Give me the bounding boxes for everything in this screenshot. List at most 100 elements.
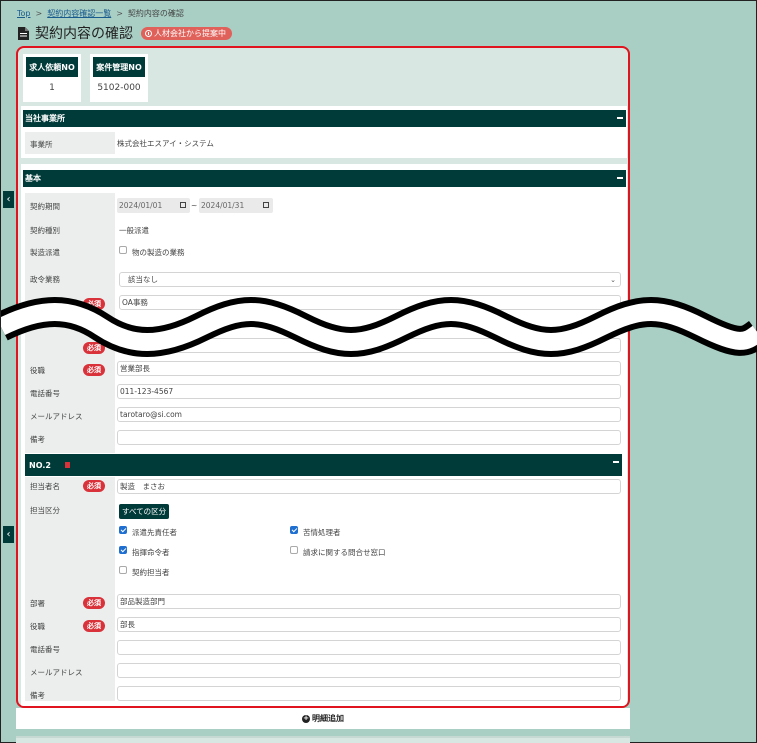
basic-section-header[interactable]: 基本 [23,170,626,187]
phone2-input[interactable] [117,640,621,655]
case-no-label: 案件管理NO [93,57,145,77]
phone-input[interactable]: 011-123-4567 [117,384,621,399]
notes-input[interactable] [117,430,621,445]
all-categories-button[interactable]: すべての区分 [119,504,170,519]
required-badge: 必須 [83,364,105,376]
mfg-option-label: 物の製造の業務 [132,248,185,257]
contact-name-input[interactable]: 製造 まさお [117,479,621,494]
collapse-icon[interactable] [617,177,623,179]
page-break-wave [1,297,757,357]
page-title: 契約内容の確認 [35,26,133,42]
category-label: 担当区分 [30,506,60,515]
chevron-down-icon: ⌄ [610,276,616,284]
gov-select[interactable]: 該当なし ⌄ [119,272,621,287]
calendar-icon[interactable] [263,202,269,208]
collapse-left-tab[interactable]: ‹ [3,526,14,543]
contact-no2-title: NO.2 [29,460,51,470]
add-detail-label: 明細追加 [312,714,344,723]
contract-detail-panel: 求人依頼NO 1 案件管理NO 5102-000 当社事業所 事業所 株式会社エ… [16,46,630,708]
add-detail-button[interactable]: + 明細追加 [16,708,630,729]
position2-input[interactable]: 部長 [117,617,621,632]
mfg-label: 製造派遣 [30,248,60,257]
company-section-header[interactable]: 当社事業所 [23,110,626,127]
position-label: 役職 [30,366,45,375]
breadcrumb: Top > 契約内容確認一覧 > 契約内容の確認 [17,8,184,19]
status-badge-label: 人材会社から提案中 [154,28,226,38]
office-value: 株式会社エスアイ・システム [117,139,214,148]
email-input[interactable]: tarotaro@si.com [117,407,621,422]
phone-value: 011-123-4567 [120,387,174,396]
collapse-left-tab[interactable]: ‹ [3,191,14,208]
page-header: 契約内容の確認 人材会社から提案中 [18,23,232,43]
gov-label: 政令業務 [30,275,60,284]
type-value: 一般派遣 [119,226,149,235]
contact-name-label: 担当者名 [30,482,60,491]
number-cards: 求人依頼NO 1 案件管理NO 5102-000 [21,51,627,105]
position2-value: 部長 [120,620,135,629]
end-date-value: 2024/01/31 [201,201,245,210]
email-label: メールアドレス [30,412,83,421]
breadcrumb-separator: > [116,9,123,18]
start-date-value: 2024/01/01 [119,201,163,210]
phone2-label: 電話番号 [30,645,60,654]
breadcrumb-list-link[interactable]: 契約内容確認一覧 [47,9,111,18]
required-badge: 必須 [83,620,105,632]
basic-section-title: 基本 [25,174,41,183]
office-label: 事業所 [30,140,53,149]
position2-label: 役職 [30,622,45,631]
case-no-value: 5102-000 [97,83,141,93]
gov-select-value: 該当なし [128,275,158,284]
category-label-4: 契約担当者 [132,568,170,577]
case-no-card: 案件管理NO 5102-000 [90,54,148,102]
category-checkbox-0[interactable] [119,526,127,534]
category-label-3: 請求に関する問合せ窓口 [303,548,386,557]
breadcrumb-current: 契約内容の確認 [127,9,184,18]
contact-name-value: 製造 まさお [120,482,165,491]
notes2-label: 備考 [30,691,45,700]
category-label-1: 苦情処理者 [303,528,341,537]
breadcrumb-separator: > [35,9,43,18]
dept2-value: 部品製造部門 [120,597,165,606]
request-no-label: 求人依頼NO [26,57,78,77]
request-no-value: 1 [49,83,55,93]
mfg-checkbox[interactable] [119,246,127,254]
chevron-left-icon: ‹ [6,194,11,205]
category-checkbox-4[interactable] [119,566,127,574]
info-icon [145,29,152,37]
category-checkbox-2[interactable] [119,546,127,554]
category-checkbox-3[interactable] [290,546,298,554]
request-no-card: 求人依頼NO 1 [23,54,81,102]
required-badge: 必須 [83,480,105,492]
document-icon [18,26,29,40]
type-label: 契約種別 [30,226,60,235]
trash-icon[interactable] [65,462,70,468]
start-date-input[interactable]: 2024/01/01 [117,198,190,213]
chevron-left-icon: ‹ [6,529,11,540]
position-value: 営業部長 [120,364,150,373]
company-section-title: 当社事業所 [25,114,65,123]
category-label-0: 派遣先責任者 [132,528,177,537]
period-separator: ~ [191,201,198,210]
next-section-edge [16,736,630,743]
collapse-icon[interactable] [613,461,619,463]
notes2-input[interactable] [117,686,621,701]
plus-circle-icon: + [302,714,310,723]
email2-label: メールアドレス [30,668,83,677]
calendar-icon[interactable] [180,202,186,208]
notes-label: 備考 [30,435,45,444]
breadcrumb-top-link[interactable]: Top [17,9,31,18]
contact-no2-header[interactable]: NO.2 [25,454,622,476]
end-date-input[interactable]: 2024/01/31 [199,198,273,213]
dept-label: 部署 [30,599,45,608]
collapse-icon[interactable] [617,117,623,119]
period-label: 契約期間 [30,202,60,211]
status-badge: 人材会社から提案中 [141,26,232,40]
phone-label: 電話番号 [30,389,60,398]
category-checkbox-1[interactable] [290,526,298,534]
dept2-input[interactable]: 部品製造部門 [117,594,621,609]
required-badge: 必須 [83,597,105,609]
email2-input[interactable] [117,663,621,678]
email-value: tarotaro@si.com [120,410,182,419]
position-input[interactable]: 営業部長 [117,361,621,376]
category-label-2: 指揮命令者 [132,548,170,557]
